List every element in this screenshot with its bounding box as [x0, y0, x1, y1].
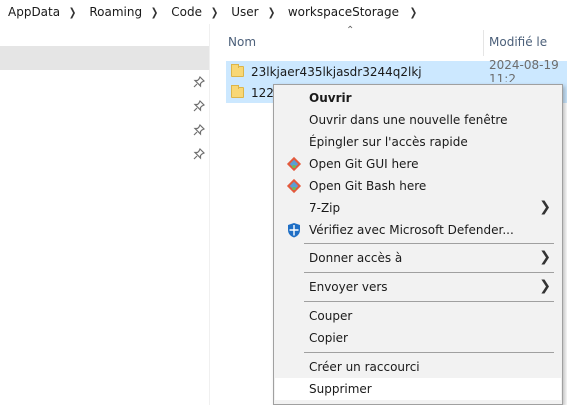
menu-item-label: Envoyer vers [309, 280, 388, 294]
menu-item-create-shortcut[interactable]: Créer un raccourci [275, 356, 561, 378]
menu-separator [304, 352, 554, 353]
folder-icon [231, 64, 244, 77]
menu-item-open-new-window[interactable]: Ouvrir dans une nouvelle fenêtre [275, 109, 561, 131]
menu-item-label: Donner accès à [309, 251, 403, 265]
column-header-name[interactable]: Nom [228, 24, 256, 60]
menu-separator [304, 243, 554, 244]
menu-item-defender[interactable]: Vérifiez avec Microsoft Defender... [275, 219, 561, 241]
menu-item-label: Open Git GUI here [309, 157, 419, 171]
chevron-right-icon[interactable]: ❯ [208, 6, 222, 19]
breadcrumb-item-workspacestorage[interactable]: workspaceStorage [280, 5, 403, 19]
menu-item-label: Open Git Bash here [309, 179, 427, 193]
nav-item-selected[interactable] [0, 46, 209, 70]
menu-separator [304, 301, 554, 302]
menu-item-delete[interactable]: Supprimer [275, 378, 561, 400]
context-menu: Ouvrir Ouvrir dans une nouvelle fenêtre … [273, 84, 563, 405]
menu-item-cut[interactable]: Couper [275, 305, 561, 327]
pin-icon[interactable] [193, 76, 205, 88]
menu-item-label: Ouvrir dans une nouvelle fenêtre [309, 113, 508, 127]
menu-item-label: Copier [309, 331, 348, 345]
file-name: 23lkjaer435lkjasdr3244q2lkj [251, 64, 422, 79]
pin-icon[interactable] [193, 124, 205, 136]
column-header-modified[interactable]: Modifié le [489, 24, 547, 60]
git-icon [286, 156, 302, 172]
breadcrumb-item-roaming[interactable]: Roaming [81, 5, 146, 19]
menu-item-pin-quick-access[interactable]: Épingler sur l'accès rapide [275, 131, 561, 153]
pin-icon[interactable] [193, 148, 205, 160]
menu-item-open[interactable]: Ouvrir [275, 87, 561, 109]
menu-item-label: Supprimer [309, 382, 372, 396]
menu-item-git-bash[interactable]: Open Git Bash here [275, 175, 561, 197]
file-row[interactable]: 23lkjaer435lkjasdr3244q2lkj 2024-08-19 1… [226, 58, 567, 86]
menu-item-copy[interactable]: Copier [275, 327, 561, 349]
pin-icon[interactable] [193, 100, 205, 112]
menu-item-give-access[interactable]: Donner accès à ❯ [275, 247, 561, 269]
navigation-pane [0, 24, 209, 405]
breadcrumb-item-user[interactable]: User [223, 5, 262, 19]
breadcrumb-item-code[interactable]: Code [163, 5, 206, 19]
menu-item-7zip[interactable]: 7-Zip ❯ [275, 197, 561, 219]
menu-separator [304, 272, 554, 273]
git-icon [286, 178, 302, 194]
sort-ascending-icon: ⌃ [346, 25, 355, 36]
chevron-right-icon: ❯ [539, 278, 551, 294]
breadcrumb: AppData ❯ Roaming ❯ Code ❯ User ❯ worksp… [0, 0, 567, 24]
chevron-right-icon[interactable]: ❯ [405, 6, 420, 19]
menu-item-send-to[interactable]: Envoyer vers ❯ [275, 276, 561, 298]
menu-item-label: Couper [309, 309, 353, 323]
chevron-right-icon[interactable]: ❯ [66, 6, 80, 19]
chevron-right-icon: ❯ [539, 199, 551, 215]
defender-icon [288, 223, 300, 238]
menu-item-label: Ouvrir [309, 91, 352, 105]
folder-icon [231, 85, 244, 98]
column-divider[interactable] [483, 30, 484, 56]
chevron-right-icon[interactable]: ❯ [264, 6, 278, 19]
breadcrumb-item-appdata[interactable]: AppData [0, 5, 64, 19]
menu-item-label: 7-Zip [309, 201, 341, 215]
menu-item-label: Créer un raccourci [309, 360, 420, 374]
menu-item-label: Vérifiez avec Microsoft Defender... [309, 223, 514, 237]
chevron-right-icon[interactable]: ❯ [148, 6, 162, 19]
menu-item-label: Épingler sur l'accès rapide [309, 135, 468, 149]
menu-item-git-gui[interactable]: Open Git GUI here [275, 153, 561, 175]
chevron-right-icon: ❯ [539, 249, 551, 265]
pane-divider[interactable] [209, 24, 210, 405]
